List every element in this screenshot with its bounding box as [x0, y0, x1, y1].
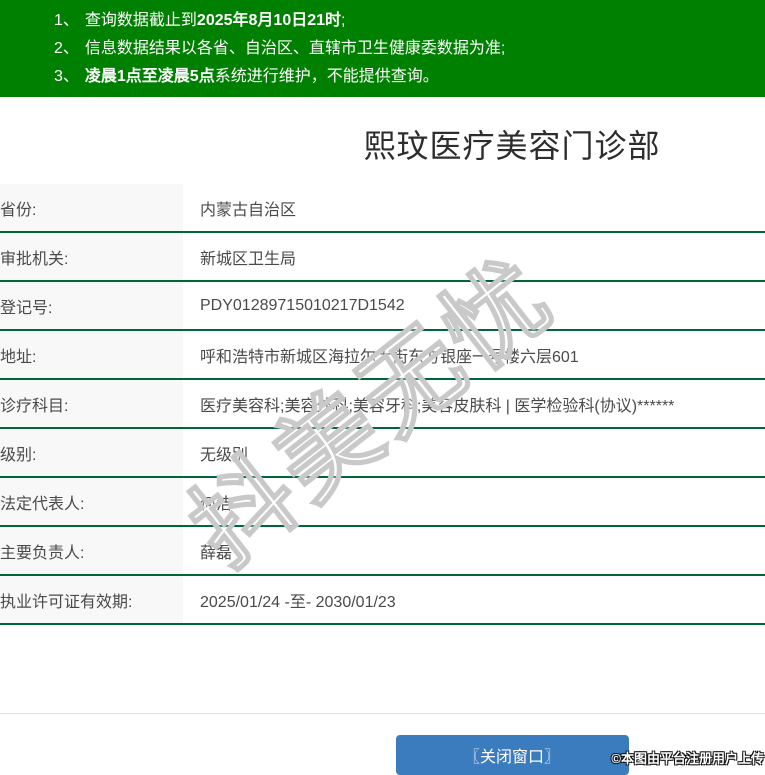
table-row: 审批机关: 新城区卫生局 [0, 233, 765, 282]
page-title: 熙玟医疗美容门诊部 [0, 127, 765, 165]
row-value: 医疗美容科;美容外科;美容牙科;美容皮肤科 | 医学检验科(协议)****** [183, 380, 674, 427]
row-value: PDY01289715010217D1542 [183, 282, 405, 329]
notice-item: 1、查询数据截止到2025年8月10日21时; [54, 7, 765, 35]
row-value: 新城区卫生局 [183, 233, 296, 280]
details-table: 省份: 内蒙古自治区 审批机关: 新城区卫生局 登记号: PDY01289715… [0, 184, 765, 625]
notice-item: 3、凌晨1点至凌晨5点系统进行维护，不能提供查询。 [54, 63, 765, 91]
footer-divider [0, 713, 765, 714]
row-value: 内蒙古自治区 [183, 184, 296, 231]
row-label: 级别: [0, 429, 183, 476]
row-label: 审批机关: [0, 233, 183, 280]
notice-text: 系统进行维护，不能提供查询。 [215, 68, 439, 85]
row-value: 薛磊 [183, 527, 232, 574]
notice-number: 3、 [54, 68, 79, 85]
notice-text: 信息数据结果以各省、自治区、直辖市卫生健康委数据为准; [85, 40, 505, 57]
spacer [0, 625, 765, 713]
row-label: 主要负责人: [0, 527, 183, 574]
row-value: 2025/01/24 -至- 2030/01/23 [183, 576, 396, 623]
row-label: 地址: [0, 331, 183, 378]
table-row: 法定代表人: 何洁 [0, 478, 765, 527]
table-row: 登记号: PDY01289715010217D1542 [0, 282, 765, 331]
notice-number: 2、 [54, 40, 79, 57]
row-value: 何洁 [183, 478, 232, 525]
notice-text: ; [341, 12, 345, 29]
table-row: 主要负责人: 薛磊 [0, 527, 765, 576]
row-value: 呼和浩特市新城区海拉尔大街东方银座一号楼六层601 [183, 331, 579, 378]
table-row: 级别: 无级别 [0, 429, 765, 478]
row-label: 执业许可证有效期: [0, 576, 183, 623]
row-label: 登记号: [0, 282, 183, 329]
notice-number: 1、 [54, 12, 79, 29]
notice-item: 2、信息数据结果以各省、自治区、直辖市卫生健康委数据为准; [54, 35, 765, 63]
notice-text-bold: 2025年8月10日21时 [197, 12, 341, 29]
notice-text-bold: 凌晨1点至凌晨5点 [85, 68, 215, 85]
row-label: 省份: [0, 184, 183, 231]
table-row: 省份: 内蒙古自治区 [0, 184, 765, 233]
table-row: 诊疗科目: 医疗美容科;美容外科;美容牙科;美容皮肤科 | 医学检验科(协议)*… [0, 380, 765, 429]
table-row: 地址: 呼和浩特市新城区海拉尔大街东方银座一号楼六层601 [0, 331, 765, 380]
notice-banner: 1、查询数据截止到2025年8月10日21时; 2、信息数据结果以各省、自治区、… [0, 0, 765, 97]
notice-text: 查询数据截止到 [85, 12, 197, 29]
query-result-page: 1、查询数据截止到2025年8月10日21时; 2、信息数据结果以各省、自治区、… [0, 0, 765, 775]
row-label: 诊疗科目: [0, 380, 183, 427]
row-label: 法定代表人: [0, 478, 183, 525]
close-window-button[interactable]: 〖关闭窗口〗 [396, 735, 629, 775]
table-row: 执业许可证有效期: 2025/01/24 -至- 2030/01/23 [0, 576, 765, 625]
row-value: 无级别 [183, 429, 248, 476]
